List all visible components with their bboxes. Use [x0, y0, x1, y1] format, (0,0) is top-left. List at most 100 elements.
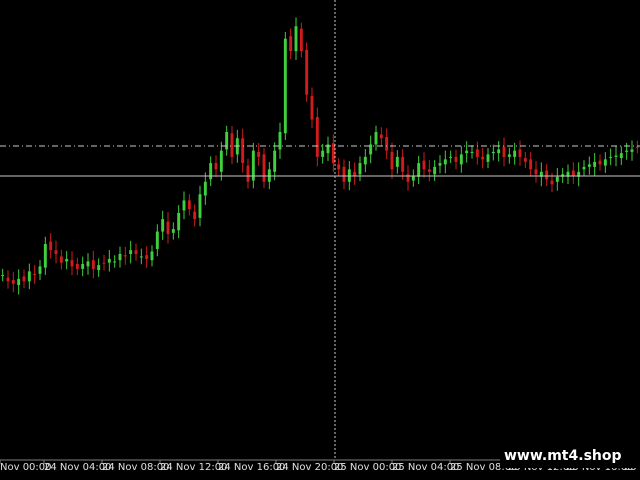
bear-candle — [305, 49, 309, 95]
bull-candle — [43, 244, 47, 268]
bull-candle — [582, 166, 586, 170]
bear-candle — [70, 260, 74, 267]
bear-candle — [59, 256, 63, 263]
bear-candle — [91, 260, 95, 269]
bull-candle — [630, 149, 634, 152]
bull-candle — [107, 258, 111, 263]
bear-candle — [379, 134, 383, 139]
bear-candle — [230, 133, 234, 157]
bull-candle — [603, 159, 607, 166]
price-chart[interactable] — [0, 0, 640, 480]
bear-candle — [123, 255, 127, 257]
bull-candle — [171, 229, 175, 233]
watermark: www.mt4.shop — [500, 444, 640, 468]
bull-candle — [587, 164, 591, 167]
bear-candle — [246, 165, 250, 182]
chart-window[interactable]: Nov 00:00 24 Nov 04:00 24 Nov 08:00 24 Nov … — [0, 0, 640, 480]
bull-candle — [86, 261, 90, 267]
bull-candle — [294, 26, 298, 52]
bull-candle — [486, 154, 490, 162]
bull-candle — [395, 156, 399, 167]
bear-candle — [241, 138, 245, 164]
bull-candle — [417, 163, 421, 177]
bull-candle — [198, 194, 202, 218]
bull-candle — [443, 159, 447, 165]
bull-candle — [507, 154, 511, 157]
bull-candle — [470, 151, 474, 153]
bear-candle — [523, 158, 527, 162]
bear-candle — [187, 200, 191, 210]
bear-candle — [22, 276, 26, 282]
bear-candle — [49, 241, 53, 251]
bear-candle — [54, 250, 58, 254]
bull-candle — [433, 166, 437, 175]
bull-candle — [118, 253, 122, 261]
bear-candle — [262, 154, 266, 182]
bear-candle — [166, 221, 170, 235]
bear-candle — [534, 169, 538, 175]
bear-candle — [635, 146, 639, 148]
bull-candle — [555, 176, 559, 182]
bear-candle — [401, 156, 405, 172]
bear-candle — [427, 169, 431, 172]
bear-candle — [134, 250, 138, 254]
bear-candle — [193, 211, 197, 220]
bull-candle — [225, 132, 229, 150]
bear-candle — [214, 163, 218, 170]
bull-candle — [27, 271, 31, 282]
bear-candle — [315, 117, 319, 157]
bull-candle — [273, 150, 277, 172]
bull-candle — [129, 250, 133, 254]
bear-candle — [145, 255, 149, 259]
bull-candle — [491, 151, 495, 154]
bull-candle — [609, 156, 613, 158]
bull-candle — [625, 150, 629, 152]
bear-candle — [545, 170, 549, 180]
bull-candle — [1, 275, 5, 277]
bear-candle — [102, 262, 106, 264]
bull-candle — [139, 256, 143, 258]
bull-candle — [17, 278, 21, 286]
bear-candle — [299, 28, 303, 52]
bear-candle — [6, 277, 10, 282]
bull-candle — [283, 38, 287, 134]
bull-candle — [614, 155, 618, 157]
bear-candle — [337, 164, 341, 170]
bull-candle — [155, 231, 159, 249]
bull-candle — [182, 200, 186, 211]
bear-candle — [257, 151, 261, 157]
bear-candle — [289, 36, 293, 52]
bear-candle — [475, 149, 479, 157]
bull-candle — [363, 156, 367, 165]
bull-candle — [321, 150, 325, 157]
bear-candle — [502, 146, 506, 157]
bull-candle — [209, 163, 213, 180]
bull-candle — [65, 258, 69, 262]
bear-candle — [406, 174, 410, 182]
bull-candle — [161, 219, 165, 232]
bull-candle — [177, 212, 181, 231]
bear-candle — [518, 149, 522, 157]
bear-candle — [390, 151, 394, 170]
bear-candle — [550, 180, 554, 185]
bull-candle — [358, 163, 362, 175]
bear-candle — [454, 156, 458, 162]
bear-candle — [571, 170, 575, 176]
bull-candle — [97, 265, 101, 271]
bear-candle — [11, 280, 15, 284]
bull-candle — [203, 181, 207, 196]
bull-candle — [150, 251, 154, 261]
bear-candle — [422, 160, 426, 170]
bear-candle — [481, 156, 485, 160]
bull-candle — [374, 132, 378, 145]
bull-candle — [459, 154, 463, 165]
bear-candle — [598, 160, 602, 165]
bear-candle — [75, 263, 79, 269]
bull-candle — [449, 156, 453, 158]
bull-candle — [278, 132, 282, 150]
bull-candle — [38, 266, 42, 274]
bear-candle — [33, 273, 37, 276]
bull-candle — [513, 150, 517, 157]
bear-candle — [385, 136, 389, 151]
bull-candle — [465, 150, 469, 154]
